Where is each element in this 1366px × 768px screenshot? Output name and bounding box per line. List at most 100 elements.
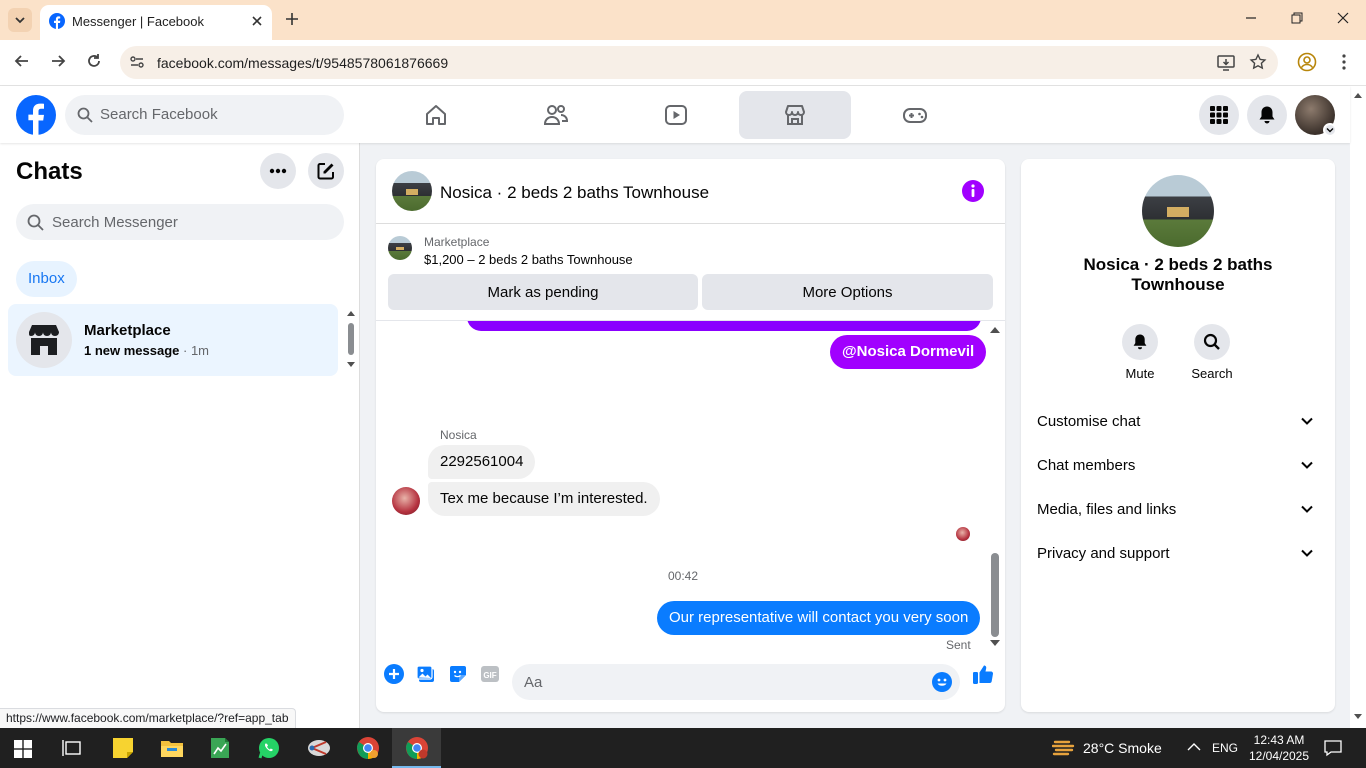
nav-tab-home[interactable] — [380, 91, 492, 139]
chat-preview: 1 new message · 1m — [84, 343, 209, 358]
browser-tab-bar: Messenger | Facebook — [0, 0, 1366, 40]
url-text: facebook.com/messages/t/9548578061876669 — [157, 55, 449, 71]
nav-tab-video[interactable] — [620, 91, 732, 139]
url-bar[interactable]: facebook.com/messages/t/9548578061876669 — [120, 46, 1278, 79]
messenger-search-input[interactable]: Search Messenger — [16, 204, 344, 240]
privacy-support-section[interactable]: Privacy and support — [1037, 535, 1319, 571]
nav-tab-gaming[interactable] — [859, 91, 971, 139]
more-options-button[interactable]: More Options — [702, 274, 993, 310]
file-explorer-icon[interactable] — [160, 736, 184, 760]
windows-taskbar: 28°C Smoke ENG 12:43 AM 12/04/2025 — [0, 728, 1366, 768]
listing-profile-image[interactable] — [1142, 175, 1214, 247]
chat-list-item[interactable]: Marketplace 1 new message · 1m — [8, 304, 338, 376]
new-message-button[interactable] — [308, 153, 344, 189]
inbox-filter-tab[interactable]: Inbox — [16, 261, 77, 297]
delivery-status: Sent — [946, 638, 971, 651]
clock-time: 12:43 AM — [1253, 733, 1305, 747]
conversation-title[interactable]: Nosica · 2 beds 2 baths Townhouse — [440, 183, 709, 203]
menu-button[interactable] — [1199, 95, 1239, 135]
snipping-tool-icon[interactable] — [306, 736, 332, 760]
address-bar-row: facebook.com/messages/t/9548578061876669 — [0, 40, 1366, 86]
listing-price-title[interactable]: $1,200 – 2 beds 2 baths Townhouse — [424, 252, 633, 267]
page-scrollbar-arrows — [1354, 93, 1362, 719]
listing-avatar[interactable] — [392, 171, 432, 211]
mute-label: Mute — [1125, 366, 1155, 381]
restore-icon[interactable] — [1289, 10, 1305, 26]
search-icon — [1203, 333, 1220, 350]
search-icon — [77, 107, 93, 123]
mute-action[interactable]: Mute — [1110, 324, 1170, 381]
plus-circle-icon[interactable] — [384, 664, 404, 684]
search-in-conversation-action[interactable]: Search — [1182, 324, 1242, 381]
listing-profile-name: Nosica · 2 beds 2 baths Townhouse — [1083, 255, 1273, 294]
message-bubble-incoming[interactable]: Tex me because I’m interested. — [428, 482, 660, 516]
thread-scrollbar-thumb[interactable] — [991, 553, 999, 637]
nav-tab-marketplace[interactable] — [739, 91, 851, 139]
message-input[interactable]: Aa — [512, 664, 960, 700]
compose-icon — [317, 163, 334, 180]
reload-icon[interactable] — [85, 52, 103, 70]
whatsapp-icon[interactable] — [257, 736, 281, 760]
tab-search-button[interactable] — [8, 8, 32, 32]
browser-tab[interactable]: Messenger | Facebook — [40, 5, 272, 40]
chrome-icon[interactable] — [356, 736, 380, 760]
close-tab-icon[interactable] — [250, 14, 264, 28]
chats-title: Chats — [16, 158, 83, 185]
sticker-icon[interactable] — [448, 664, 468, 684]
notification-center-icon[interactable] — [1324, 739, 1342, 757]
browser-profile-icon[interactable] — [1297, 52, 1317, 72]
scroll-down-arrow-icon[interactable] — [989, 639, 1001, 647]
back-arrow-icon[interactable] — [13, 52, 31, 70]
gif-icon[interactable]: GIF — [480, 664, 500, 684]
system-clock[interactable]: 12:43 AM 12/04/2025 — [1246, 732, 1312, 764]
search-label: Search — [1191, 366, 1233, 381]
section-label: Chat members — [1037, 456, 1136, 474]
site-settings-icon[interactable] — [129, 54, 145, 70]
message-bubble-outgoing[interactable]: @Nosica Dormevil — [830, 335, 987, 369]
bookmark-star-icon[interactable] — [1249, 53, 1267, 71]
facebook-search-input[interactable]: Search Facebook — [65, 95, 344, 135]
install-app-icon[interactable] — [1216, 53, 1236, 73]
chat-members-section[interactable]: Chat members — [1037, 447, 1319, 483]
mark-as-pending-button[interactable]: Mark as pending — [388, 274, 698, 310]
info-icon[interactable] — [962, 180, 984, 202]
chevron-up-icon[interactable] — [1187, 742, 1201, 752]
facebook-logo-icon[interactable] — [16, 95, 56, 135]
nav-tab-friends[interactable] — [500, 91, 612, 139]
account-avatar[interactable] — [1295, 95, 1337, 137]
search-icon — [27, 214, 44, 231]
message-bubble-outgoing[interactable]: Our representative will contact you very… — [657, 601, 981, 635]
listing-source-label: Marketplace — [424, 235, 490, 249]
listing-thumbnail[interactable] — [388, 236, 412, 260]
windows-start-icon[interactable] — [14, 740, 32, 758]
browser-menu-icon[interactable] — [1336, 53, 1352, 71]
task-view-icon[interactable] — [62, 739, 82, 757]
notifications-button[interactable] — [1247, 95, 1287, 135]
minimize-icon[interactable] — [1243, 10, 1259, 26]
emoji-icon[interactable] — [932, 672, 952, 692]
media-files-links-section[interactable]: Media, files and links — [1037, 491, 1319, 527]
section-label: Customise chat — [1037, 412, 1141, 430]
chats-scrollbar[interactable] — [346, 308, 356, 368]
close-window-icon[interactable] — [1335, 10, 1351, 26]
account-menu-badge[interactable] — [1323, 123, 1337, 137]
forward-arrow-icon[interactable] — [49, 52, 67, 70]
weather-smoke-icon[interactable] — [1052, 737, 1076, 759]
marketplace-store-icon — [28, 325, 59, 355]
spreadsheet-app-icon[interactable] — [208, 736, 232, 760]
scroll-up-arrow-icon[interactable] — [989, 326, 1001, 334]
new-tab-icon[interactable] — [282, 9, 302, 29]
thumbs-up-icon[interactable] — [972, 663, 994, 685]
photo-icon[interactable] — [416, 664, 436, 684]
customise-chat-section[interactable]: Customise chat — [1037, 403, 1319, 439]
chats-options-button[interactable] — [260, 153, 296, 189]
input-language[interactable]: ENG — [1212, 741, 1238, 755]
weather-text[interactable]: 28°C Smoke — [1083, 740, 1162, 756]
chevron-down-icon — [1301, 549, 1313, 557]
gaming-icon — [903, 108, 927, 123]
sticky-notes-icon[interactable] — [111, 736, 135, 760]
page-scrollbar[interactable] — [1350, 86, 1366, 728]
sender-avatar[interactable] — [392, 487, 420, 515]
chrome-profile-icon[interactable] — [405, 736, 429, 760]
message-bubble-incoming[interactable]: 2292561004 — [428, 445, 536, 479]
